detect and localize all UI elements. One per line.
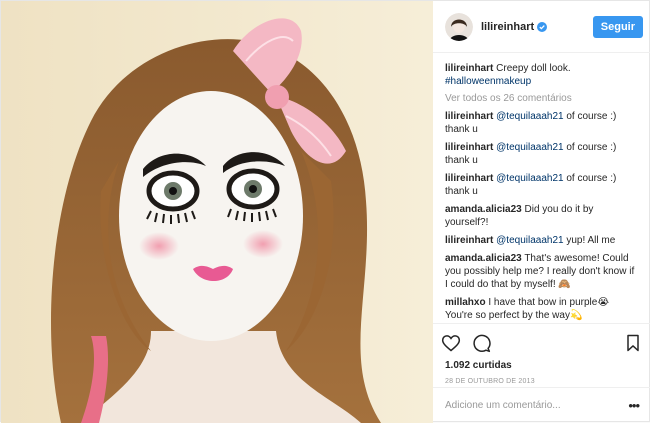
post-header: lilireinhart Seguir [433,1,650,53]
post-date: 28 DE OUTUBRO DE 2013 [445,378,535,385]
comment-item: amanda.alicia23 Did you do it by yoursel… [445,203,639,229]
header-username[interactable]: lilireinhart [481,21,534,33]
comment-item: lilireinhart @tequilaaah21 of course :) … [445,172,639,198]
action-icons [441,330,643,356]
comment-username[interactable]: lilireinhart [445,235,493,246]
caption-username[interactable]: lilireinhart [445,63,493,74]
comment-item: millahxo I have that bow in purple😭 You'… [445,296,639,321]
avatar-image [445,12,473,41]
comment-mention[interactable]: @tequilaaah21 [496,235,563,246]
comment-username[interactable]: lilireinhart [445,142,493,153]
post-photo[interactable] [1,1,433,423]
avatar[interactable] [445,12,473,41]
comment-item: lilireinhart @tequilaaah21 of course :) … [445,141,639,167]
comment-mention[interactable]: @tequilaaah21 [496,142,563,153]
heart-icon[interactable] [441,333,461,353]
add-comment-input[interactable] [445,400,615,411]
post-actions: 1.092 curtidas 28 DE OUTUBRO DE 2013 [433,323,650,385]
comments-section: lilireinhart Creepy doll look. #hallowee… [433,53,650,321]
instagram-post: lilireinhart Seguir lilireinhart Creepy … [0,0,650,423]
bookmark-icon[interactable] [623,333,643,353]
comment-text: yup! All me [563,235,616,246]
comment-username[interactable]: lilireinhart [445,173,493,184]
caption: lilireinhart Creepy doll look. #hallowee… [445,62,639,88]
comment-item: lilireinhart @tequilaaah21 yup! All me [445,234,639,247]
comment-item: lilireinhart @tequilaaah21 of course :) … [445,110,639,136]
comment-username[interactable]: millahxo [445,297,486,308]
comment-mention[interactable]: @tequilaaah21 [496,111,563,122]
view-all-comments-link[interactable]: Ver todos os 26 comentários [445,93,639,104]
comment-item: amanda.alicia23 That's awesome! Could yo… [445,252,639,291]
comment-username[interactable]: amanda.alicia23 [445,204,522,215]
comment-icon[interactable] [471,333,491,353]
doll-makeup-photo [1,1,433,423]
verified-badge-icon [537,21,548,32]
likes-count[interactable]: 1.092 curtidas [445,360,639,371]
add-comment-bar: ••• [433,387,650,423]
more-options-icon[interactable]: ••• [628,398,640,413]
post-sidebar: lilireinhart Seguir lilireinhart Creepy … [433,1,650,423]
comment-mention[interactable]: @tequilaaah21 [496,173,563,184]
comment-username[interactable]: amanda.alicia23 [445,253,522,264]
caption-hashtag[interactable]: #halloweenmakeup [445,76,531,87]
caption-text: Creepy doll look. [496,63,571,74]
comment-username[interactable]: lilireinhart [445,111,493,122]
follow-button[interactable]: Seguir [592,15,643,38]
